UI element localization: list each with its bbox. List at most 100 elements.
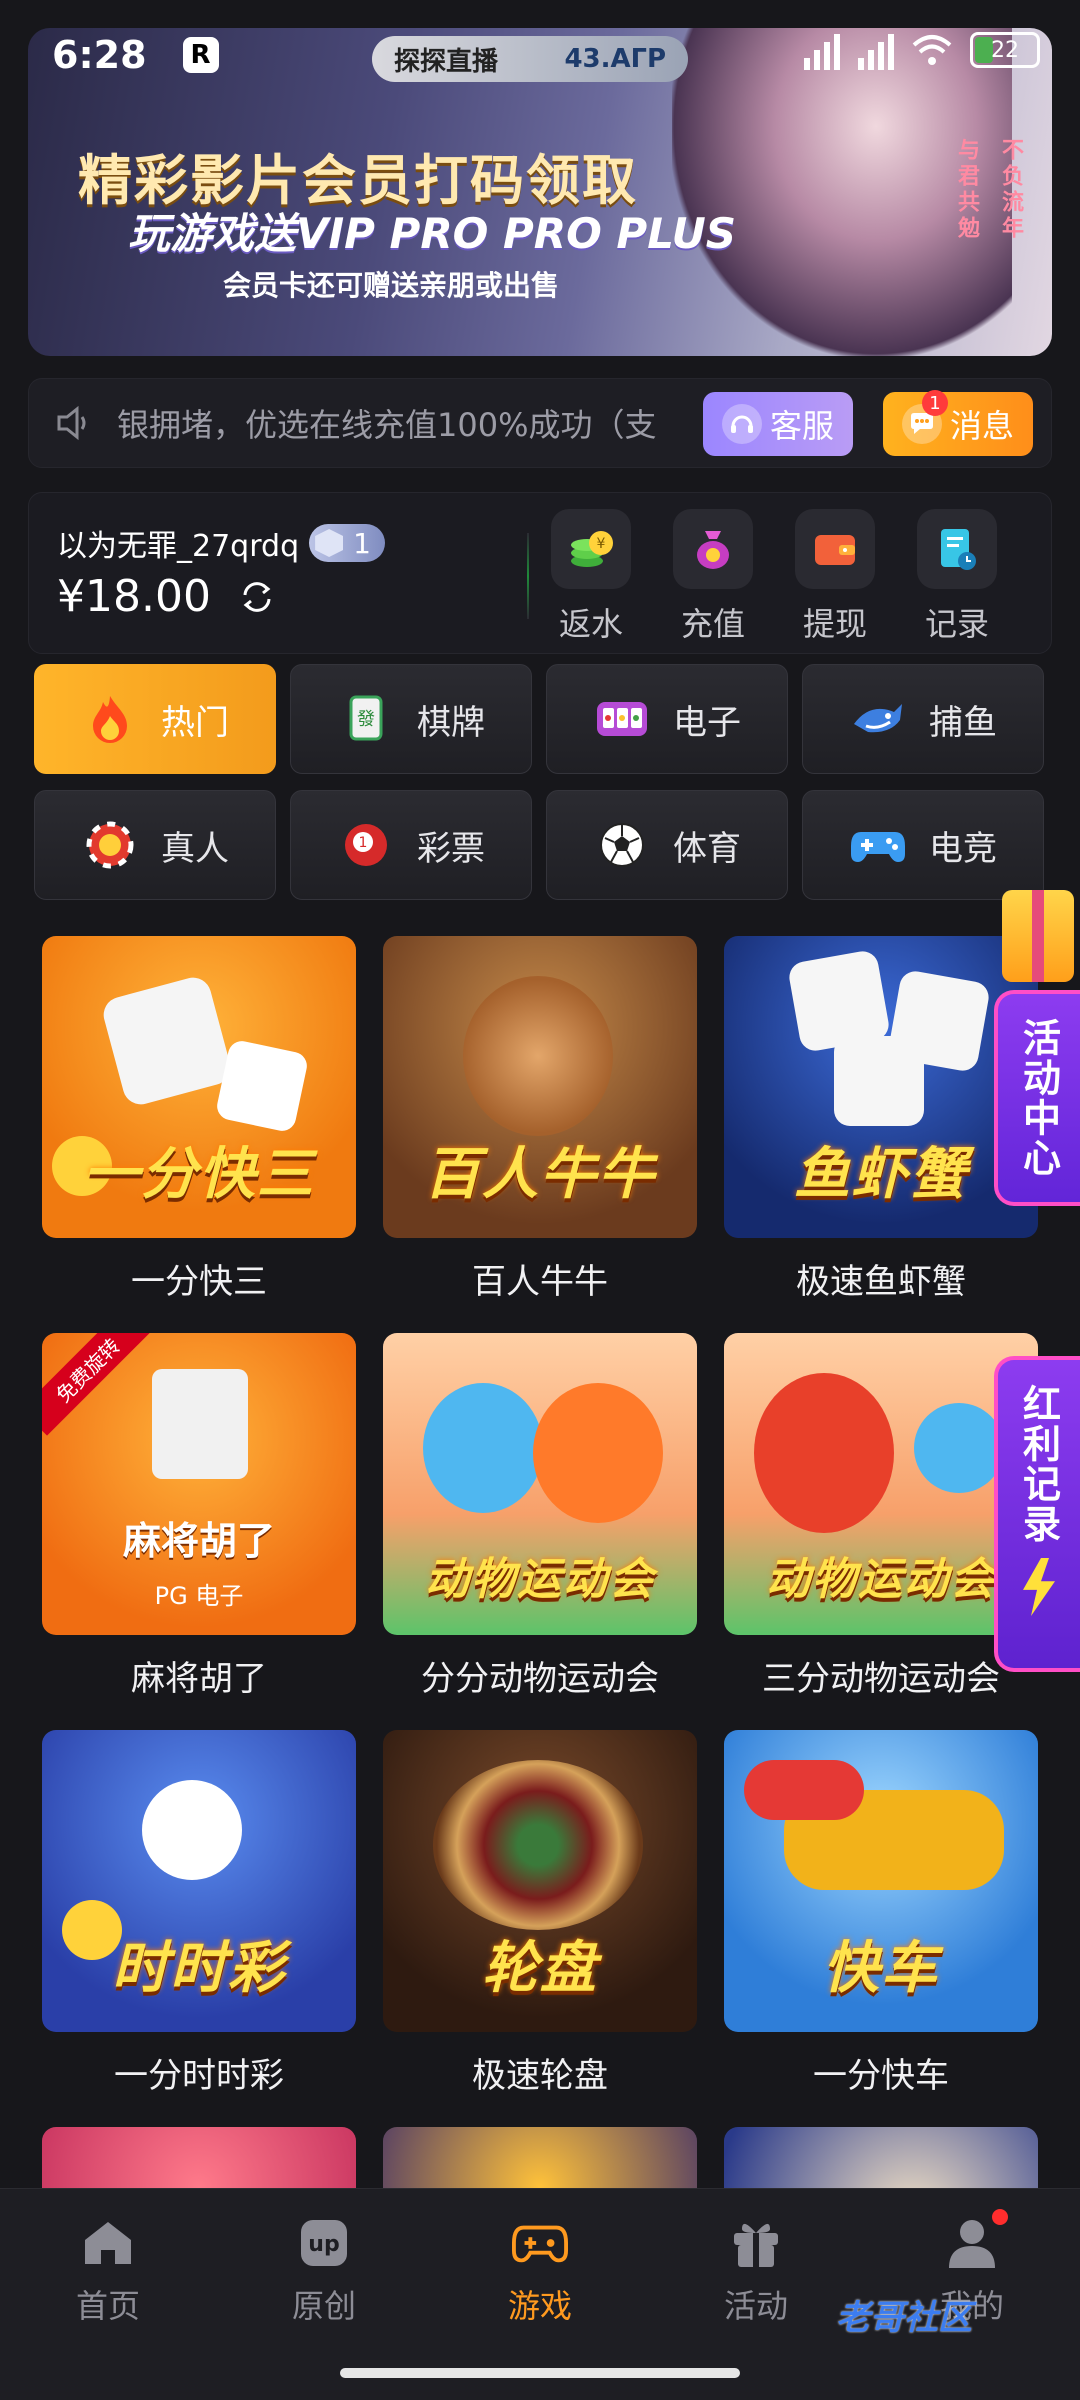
notice-marquee-text: 银拥堵，优选在线充值100%成功（支 [117, 406, 657, 444]
game-name: 三分动物运动会 [762, 1659, 1000, 1699]
game-name: 百人牛牛 [472, 1262, 608, 1302]
records-button[interactable]: 记录 [907, 509, 1007, 645]
game-thumbnail-title: 鱼虾蟹 [794, 1142, 968, 1207]
tab-chess-cards[interactable]: 發 棋牌 [290, 664, 532, 774]
username-row: 以为无罪_27qrdq 1 [57, 521, 385, 565]
vip-hexagon-icon [315, 529, 344, 557]
shark-icon [849, 690, 907, 748]
deposit-button[interactable]: 充值 [663, 509, 763, 645]
tab-fishing[interactable]: 捕鱼 [802, 664, 1044, 774]
game-provider-label: PG 电子 [154, 1582, 244, 1610]
nav-games[interactable]: 游戏 [470, 2215, 610, 2327]
roulette-wheel [433, 1760, 643, 1930]
lightning-icon [1023, 1558, 1055, 1616]
game-name: 一分快车 [813, 2056, 949, 2096]
game-thumbnail[interactable]: 快车 [724, 1730, 1038, 2032]
game-thumbnail[interactable]: 免费旋转 麻将胡了 PG 电子 [42, 1333, 356, 1635]
tab-electronic[interactable]: 电子 [546, 664, 788, 774]
tab-lottery[interactable]: 1 彩票 [290, 790, 532, 900]
coin-stack-icon: ¥ [551, 509, 631, 589]
game-thumbnail[interactable]: 轮盘 [383, 1730, 697, 2032]
game-thumbnail[interactable]: 时时彩 [42, 1730, 356, 2032]
rebate-button[interactable]: ¥ 返水 [541, 509, 641, 645]
games-grid: 一分快三 一分快三 百人牛牛 百人牛牛 鱼虾蟹 极速鱼虾蟹 免费旋转 麻将胡了 … [42, 936, 1038, 2400]
game-name: 分分动物运动会 [421, 1659, 659, 1699]
svg-text:up: up [308, 2232, 339, 2257]
robot-character [914, 1403, 1004, 1493]
tab-esports-label: 电竞 [929, 828, 997, 869]
banner-subtitle: 玩游戏送VIP PRO PRO PLUS [128, 209, 737, 258]
soccer-ball-icon [593, 816, 651, 874]
mahjong-tile-decoration [152, 1369, 248, 1479]
customer-service-button[interactable]: 客服 [703, 392, 853, 456]
game-card[interactable]: 快车 一分快车 [724, 1730, 1038, 2097]
nav-original-label: 原创 [291, 2287, 356, 2325]
status-time: 6:28 [52, 33, 147, 77]
withdraw-button[interactable]: 提现 [785, 509, 885, 645]
game-thumbnail[interactable]: 动物运动会 [383, 1333, 697, 1635]
headset-icon [721, 404, 762, 444]
bull-character [463, 976, 613, 1136]
records-label: 记录 [924, 605, 989, 643]
messages-label: 消息 [949, 407, 1014, 445]
game-card[interactable]: 轮盘 极速轮盘 [383, 1730, 697, 2097]
dice-decoration [834, 1036, 924, 1126]
slot-machine-icon [593, 690, 651, 748]
nav-activities[interactable]: 活动 [686, 2215, 826, 2327]
mahjong-tile-icon: 發 [337, 690, 395, 748]
nav-original[interactable]: up 原创 [254, 2215, 394, 2327]
notification-dot [992, 2209, 1008, 2225]
tab-hot-label: 热门 [161, 702, 229, 743]
tab-fishing-label: 捕鱼 [929, 702, 997, 743]
nav-home[interactable]: 首页 [38, 2215, 178, 2327]
account-card: 以为无罪_27qrdq 1 ¥18.00 ¥ 返水 充值 提现 记录 [28, 492, 1052, 654]
activity-center-widget[interactable]: 活动中心 [994, 890, 1080, 1310]
withdraw-label: 提现 [802, 605, 867, 643]
vip-level: 1 [353, 526, 371, 560]
game-card[interactable]: 时时彩 一分时时彩 [42, 1730, 356, 2097]
game-thumbnail-title: 轮盘 [482, 1936, 598, 2001]
banner-small-text: 会员卡还可赠送亲朋或出售 [223, 269, 560, 302]
nav-home-label: 首页 [75, 2287, 140, 2325]
game-thumbnail[interactable]: 一分快三 [42, 936, 356, 1238]
banner-vertical-right: 不负流年 [998, 138, 1023, 242]
home-icon [80, 2215, 136, 2271]
free-spin-tag: 免费旋转 [42, 1333, 154, 1436]
balance-row: ¥18.00 [57, 571, 277, 622]
refresh-icon[interactable] [237, 577, 277, 617]
activity-center-body: 活动中心 [994, 990, 1080, 1206]
tab-hot[interactable]: 热门 [34, 664, 276, 774]
game-card[interactable]: 百人牛牛 百人牛牛 [383, 936, 697, 1303]
race-car [744, 1760, 864, 1820]
app-badge-icon: R [182, 37, 219, 73]
tab-sports[interactable]: 体育 [546, 790, 788, 900]
dice-decoration [99, 973, 235, 1109]
game-name: 一分时时彩 [114, 2056, 284, 2096]
messages-button[interactable]: 1 消息 [883, 390, 1033, 456]
game-thumbnail[interactable]: 动物运动会 [724, 1333, 1038, 1635]
game-card[interactable]: 一分快三 一分快三 [42, 936, 356, 1303]
game-thumbnail[interactable]: 鱼虾蟹 [724, 936, 1038, 1238]
message-count-badge: 1 [921, 390, 948, 416]
tab-esports[interactable]: 电竞 [802, 790, 1044, 900]
game-card[interactable]: 鱼虾蟹 极速鱼虾蟹 [724, 936, 1038, 1303]
status-bar: 6:28 R [0, 0, 1080, 110]
deposit-label: 充值 [680, 605, 745, 643]
game-thumbnail[interactable]: 百人牛牛 [383, 936, 697, 1238]
svg-text:發: 發 [357, 709, 375, 730]
vip-level-badge[interactable]: 1 [309, 524, 385, 562]
game-card[interactable]: 动物运动会 三分动物运动会 [724, 1333, 1038, 1700]
gamepad-icon [849, 816, 907, 874]
game-thumbnail-title: 百人牛牛 [424, 1142, 656, 1207]
svg-text:1: 1 [359, 835, 368, 851]
tab-live-casino[interactable]: 真人 [34, 790, 276, 900]
gesture-home-bar[interactable] [340, 2368, 740, 2378]
poker-chip-icon [81, 816, 139, 874]
tab-electronic-label: 电子 [673, 702, 741, 743]
bonus-record-widget[interactable]: 红利记录 [994, 1356, 1080, 1672]
game-thumbnail-title: 麻将胡了 [122, 1519, 275, 1563]
game-card[interactable]: 免费旋转 麻将胡了 PG 电子 麻将胡了 [42, 1333, 356, 1700]
game-card[interactable]: 动物运动会 分分动物运动会 [383, 1333, 697, 1700]
game-name: 极速鱼虾蟹 [796, 1262, 966, 1302]
chat-bubble-icon: 1 [901, 390, 948, 444]
